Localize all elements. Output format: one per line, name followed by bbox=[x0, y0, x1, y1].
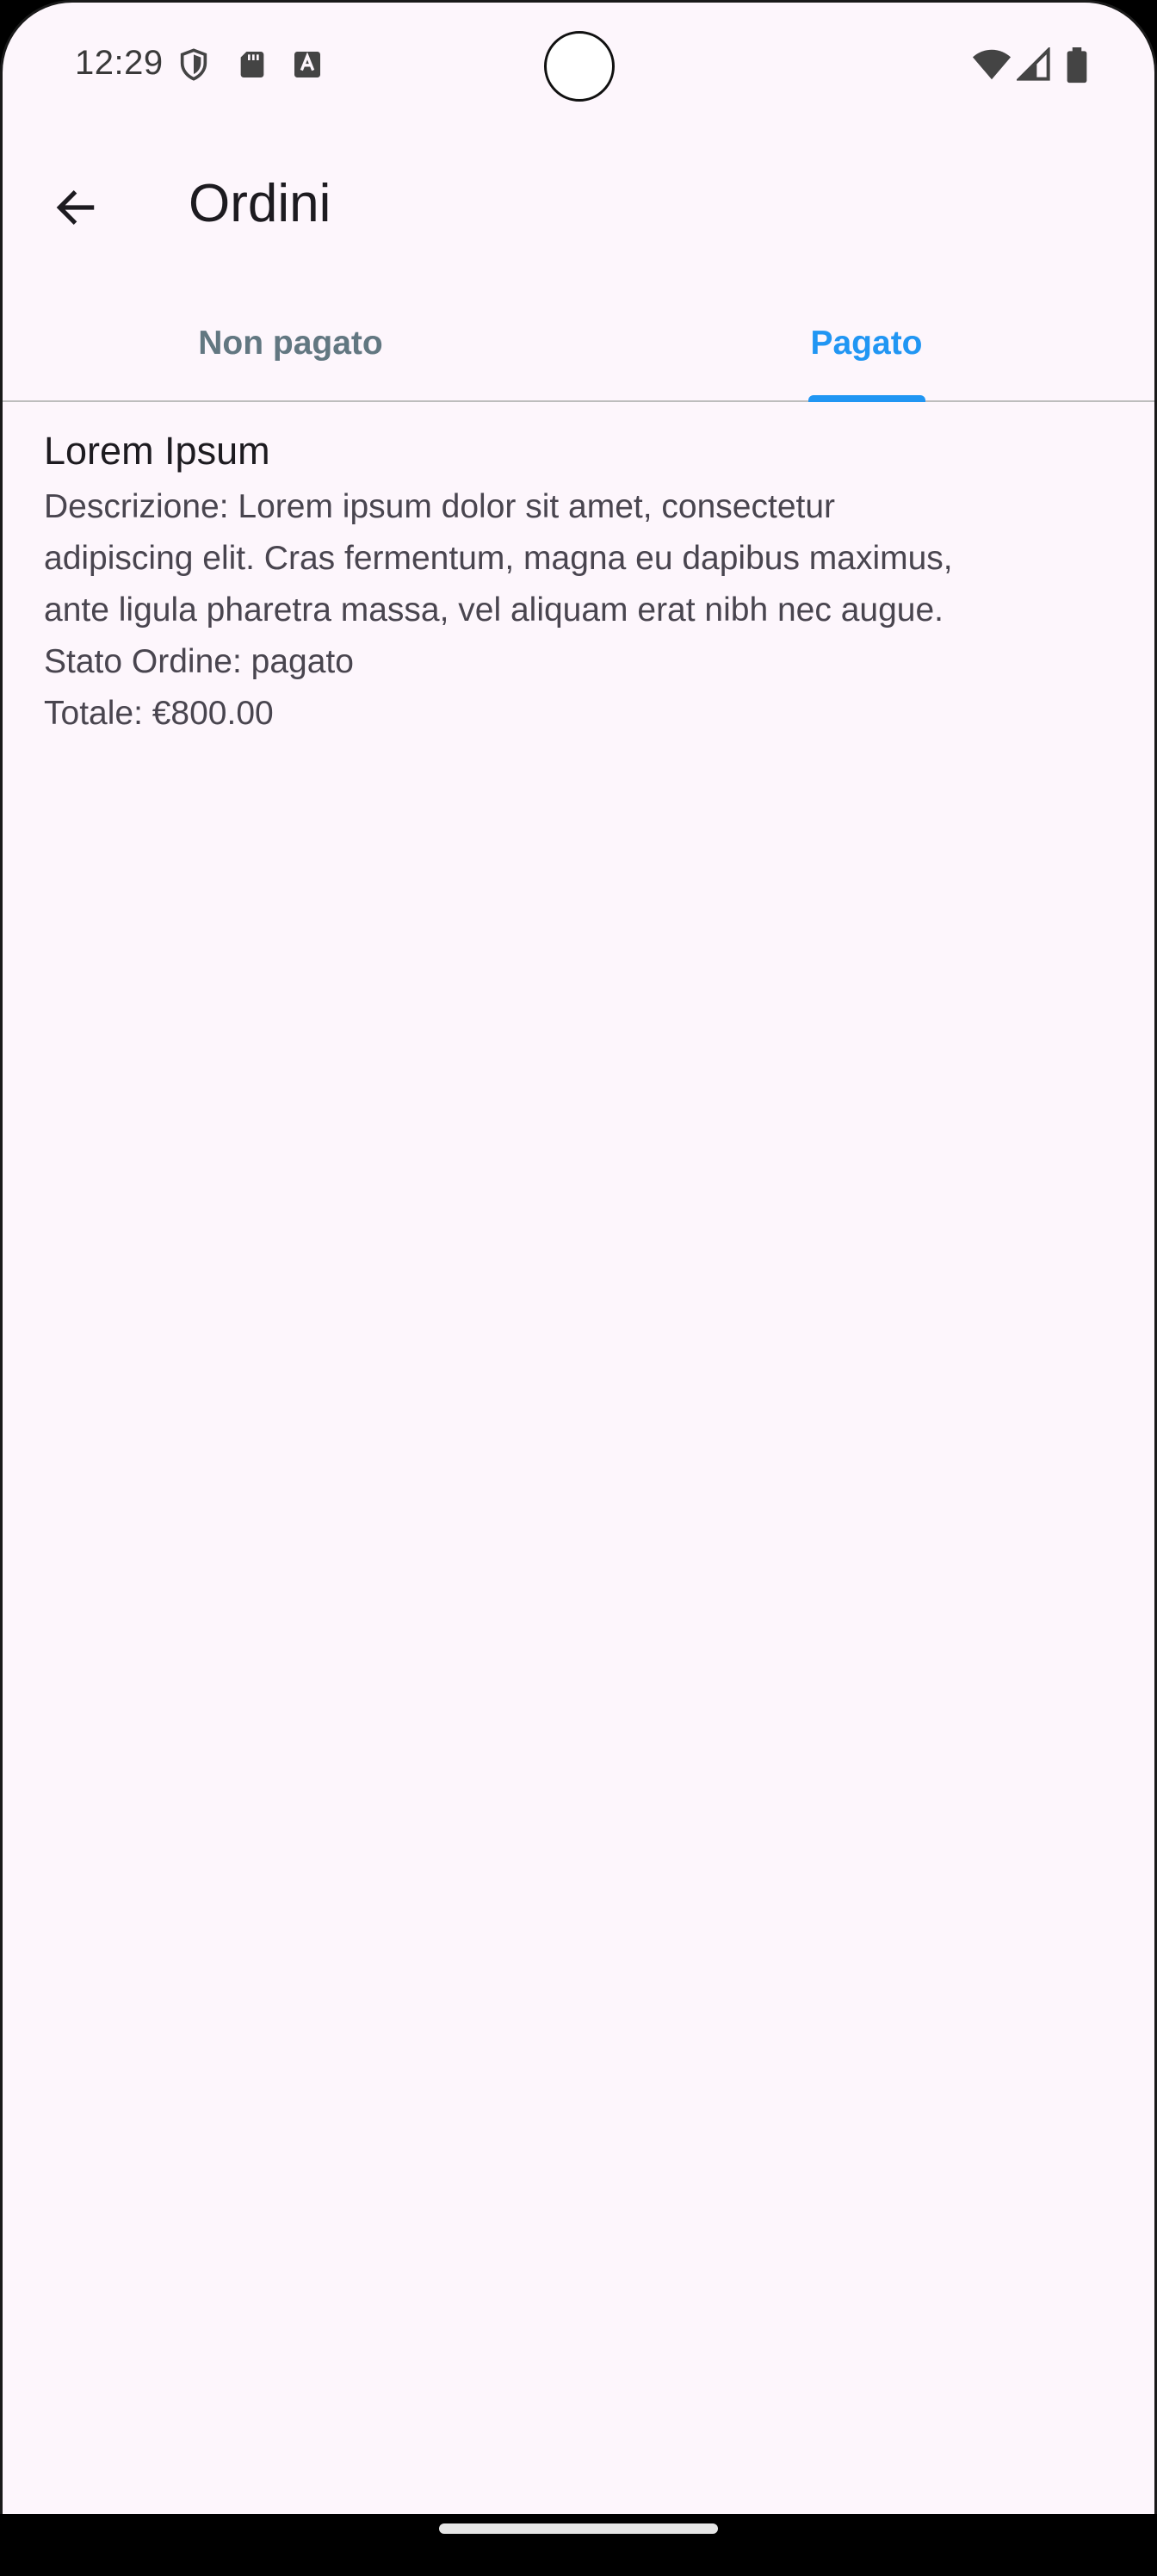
order-list-item[interactable]: Lorem Ipsum Descrizione: Lorem ipsum dol… bbox=[44, 424, 1120, 740]
order-description-line: adipiscing elit. Cras fermentum, magna e… bbox=[44, 540, 953, 577]
tab-non-pagato[interactable]: Non pagato bbox=[3, 287, 578, 400]
status-time: 12:29 bbox=[75, 44, 164, 82]
battery-icon bbox=[1063, 47, 1091, 84]
status-bar: 12:29 bbox=[3, 3, 1154, 132]
camera-cutout bbox=[544, 31, 615, 102]
order-total: Totale: €800.00 bbox=[44, 695, 274, 732]
back-button[interactable] bbox=[37, 170, 114, 248]
app-bar: Ordini bbox=[3, 140, 1154, 269]
home-indicator[interactable] bbox=[439, 2523, 718, 2534]
tab-pagato[interactable]: Pagato bbox=[578, 287, 1154, 402]
order-description-line: ante ligula pharetra massa, vel aliquam … bbox=[44, 591, 944, 629]
tab-label: Pagato bbox=[810, 325, 923, 362]
page-title: Ordini bbox=[189, 174, 331, 233]
tab-label: Non pagato bbox=[198, 325, 383, 362]
wifi-icon bbox=[972, 47, 1012, 82]
cell-signal-icon bbox=[1015, 46, 1051, 82]
tab-bar: Non pagato Pagato bbox=[3, 287, 1154, 402]
phone-screen: 12:29 Ordini Non pagato Pagato Lorem Ips… bbox=[0, 0, 1157, 2576]
sd-card-icon bbox=[235, 47, 269, 82]
shield-icon bbox=[176, 47, 211, 82]
keyboard-a-icon bbox=[290, 47, 325, 82]
order-description-line: Descrizione: Lorem ipsum dolor sit amet,… bbox=[44, 488, 836, 525]
order-title: Lorem Ipsum bbox=[44, 429, 270, 473]
tab-indicator bbox=[807, 395, 925, 402]
order-status: Stato Ordine: pagato bbox=[44, 643, 354, 680]
arrow-back-icon bbox=[52, 183, 100, 236]
